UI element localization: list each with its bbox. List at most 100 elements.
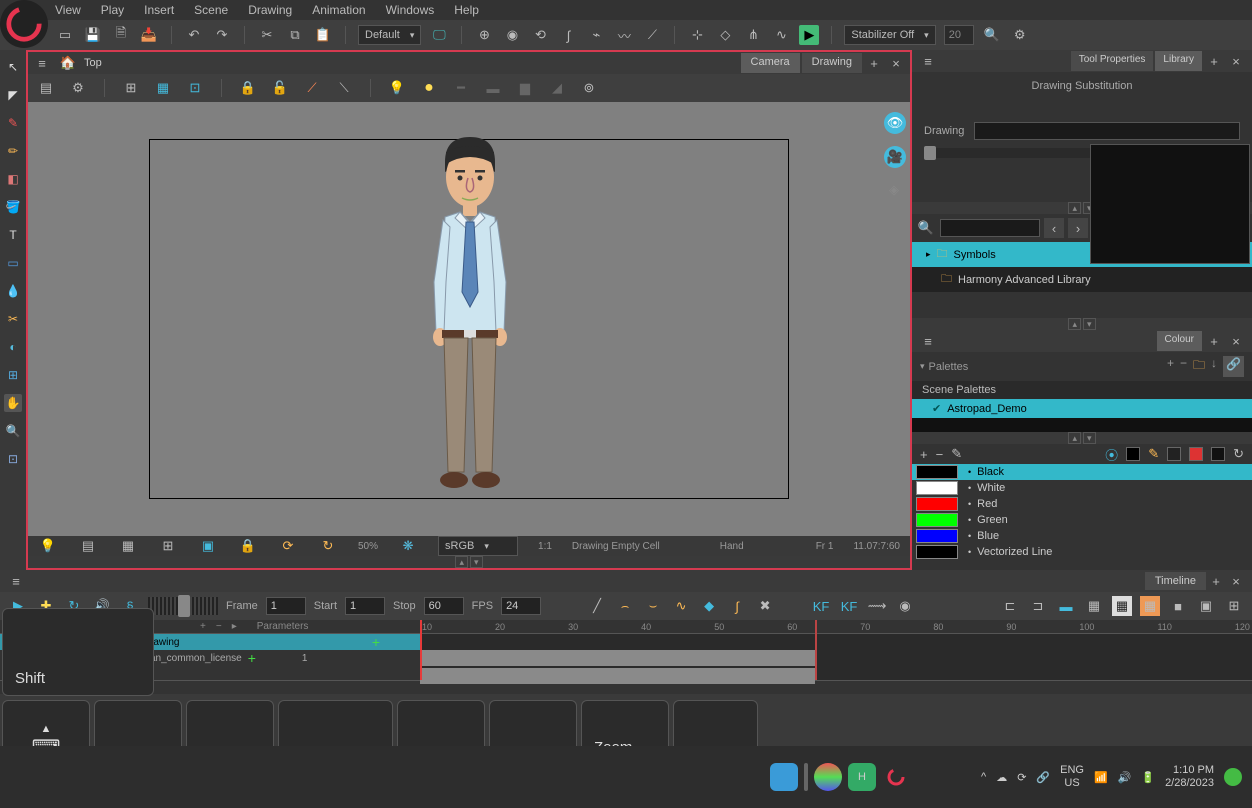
pencil-tool-icon[interactable]: ✏ [4,142,22,160]
menu-windows[interactable]: Windows [386,3,435,17]
tray-clock[interactable]: 1:10 PM2/28/2023 [1165,764,1214,790]
eraser-tool-icon[interactable]: ◧ [4,170,22,188]
swatch-current[interactable] [1211,447,1225,461]
new-scene-icon[interactable]: ▭ [55,25,75,45]
colorspace-dropdown[interactable]: sRGB [438,536,518,556]
morph-tool-icon[interactable]: ◐ [4,338,22,356]
palette-folder-icon[interactable]: 🗀 [1193,356,1205,377]
crop-tool-icon[interactable]: ⊡ [4,450,22,468]
tray-wifi-icon[interactable]: 📶 [1094,771,1108,784]
outline-status-icon[interactable]: ▣ [198,536,218,556]
show-camera-icon[interactable]: 👁 [884,112,906,134]
lock-icon[interactable]: 🔒 [238,78,258,98]
swatch-row[interactable]: •Blue [912,528,1252,544]
taskbar-app-harmony[interactable]: H [848,763,876,791]
kf-next-icon[interactable]: KF [839,596,859,616]
swatch-row[interactable]: •Red [912,496,1252,512]
swatch-row[interactable]: •Green [912,512,1252,528]
library-item-harmony[interactable]: 🗀 Harmony Advanced Library [912,267,1252,292]
tl-view2-icon[interactable]: ▦ [1112,596,1132,616]
view-menu-icon[interactable]: ≡ [32,53,52,73]
stabilizer-dropdown[interactable]: Stabilizer Off [844,25,935,45]
colour-menu-icon[interactable]: ≡ [918,331,938,351]
save-all-icon[interactable]: 🗎 [111,25,131,45]
tray-volume-icon[interactable]: 🔊 [1118,771,1132,784]
workspace-icon[interactable]: 🖵 [429,25,449,45]
palette-item[interactable]: ✔Astropad_Demo [912,399,1252,418]
script-icon[interactable]: ▶ [799,25,819,45]
add-swatch-icon[interactable]: + [920,447,928,462]
bone-icon[interactable]: ⟋ [642,25,662,45]
ik-icon[interactable]: ⊹ [687,25,707,45]
zoom-tool-icon[interactable]: 🔍 [4,422,22,440]
tray-sync-icon[interactable]: ⟳ [1017,771,1026,784]
panel-menu-icon[interactable]: ≡ [918,51,938,71]
shade3-icon[interactable]: ▆ [515,78,535,98]
rectangle-tool-icon[interactable]: ▭ [4,254,22,272]
collapse-up-icon[interactable]: ▴ [455,556,468,568]
tab-timeline[interactable]: Timeline [1145,572,1206,590]
app-logo[interactable] [0,0,48,48]
paste-icon[interactable]: 📋 [313,25,333,45]
shade4-icon[interactable]: ◢ [547,78,567,98]
swatch-red-icon[interactable] [1189,447,1203,461]
tl-opt2-icon[interactable]: ⊐ [1028,596,1048,616]
tl-view5-icon[interactable]: ▣ [1196,596,1216,616]
search-icon[interactable]: 🔍 [982,25,1002,45]
library-search-input[interactable] [940,219,1040,237]
copy-icon[interactable]: ⧉ [285,25,305,45]
swatch-row[interactable]: •White [912,480,1252,496]
hand-tool-icon[interactable]: ✋ [4,394,22,412]
layout-preset-dropdown[interactable]: Default [358,25,421,45]
reposition-tool-icon[interactable]: ⊞ [4,366,22,384]
tab-colour[interactable]: Colour [1157,331,1202,351]
palette-down-icon[interactable]: ↓ [1211,356,1217,377]
dropper-tool-icon[interactable]: 💧 [4,282,22,300]
pal-up-icon[interactable]: ▴ [1068,432,1081,444]
taskbar-app-2[interactable] [814,763,842,791]
remove-swatch-icon[interactable]: − [936,447,944,462]
subpanel-up-icon[interactable]: ▴ [1068,202,1081,214]
close-colour-panel-icon[interactable]: × [1226,331,1246,351]
link-icon[interactable]: ⟋ [302,78,322,98]
gear-icon[interactable]: ⚙ [68,78,88,98]
import-icon[interactable]: 📥 [139,25,159,45]
tab-library[interactable]: Library [1155,51,1202,71]
end-marker[interactable] [815,620,817,680]
add-view-icon[interactable]: + [864,53,884,73]
remove-palette-icon[interactable]: − [1180,356,1187,377]
kinematic-icon[interactable]: ◇ [715,25,735,45]
swatch-black-icon[interactable] [1126,447,1140,461]
swatch-dark-icon[interactable] [1167,447,1181,461]
lock-all-icon[interactable]: 🔓 [270,78,290,98]
tray-notification-icon[interactable] [1224,768,1242,786]
render-view-icon[interactable]: 🎥 [884,146,906,168]
envelope-icon[interactable]: 〰 [614,25,634,45]
deform-icon[interactable]: ⌁ [586,25,606,45]
lib-prev-icon[interactable]: ‹ [1044,218,1064,238]
menu-drawing[interactable]: Drawing [248,3,292,17]
tray-link-icon[interactable]: 🔗 [1036,771,1050,784]
shade2-icon[interactable]: ▬ [483,78,503,98]
tl-zoom-icon[interactable]: ⊞ [1224,596,1244,616]
tab-camera[interactable]: Camera [741,53,800,73]
collapse-down-icon[interactable]: ▾ [470,556,483,568]
tl-opt1-icon[interactable]: ⊏ [1000,596,1020,616]
transform-tool-icon[interactable]: ◤ [4,86,22,104]
key-shift[interactable]: Shift [2,608,154,696]
swatch-row[interactable]: •Vectorized Line [912,544,1252,560]
save-icon[interactable]: 💾 [83,25,103,45]
tray-language[interactable]: ENGUS [1060,764,1084,790]
add-panel-icon[interactable]: + [1204,51,1224,71]
menu-help[interactable]: Help [454,3,479,17]
reload-swatch-icon[interactable]: ↻ [1233,446,1244,462]
libpanel-up-icon[interactable]: ▴ [1068,318,1081,330]
tl-marker-icon[interactable]: ▬ [1056,596,1076,616]
tl-view4-icon[interactable]: ■ [1168,596,1188,616]
field-status-icon[interactable]: ▦ [118,536,138,556]
picker-icon[interactable]: ⦿ [1105,445,1118,464]
refresh-icon[interactable]: ↻ [318,536,338,556]
menu-play[interactable]: Play [101,3,124,17]
canvas[interactable]: 👁 🎥 ◈ [28,102,910,536]
taskbar-app-1[interactable] [770,763,798,791]
